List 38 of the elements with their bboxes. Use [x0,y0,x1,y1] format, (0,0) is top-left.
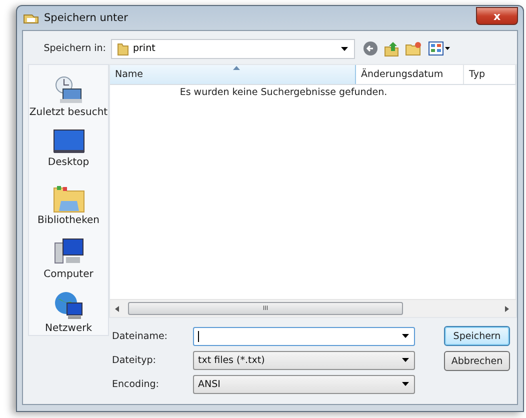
place-label[interactable]: Desktop [48,157,90,168]
window-title: Speichern unter [44,12,129,24]
place-label[interactable]: Computer [44,269,94,280]
field-label: Encoding: [112,378,160,390]
dropdown-arrow-icon [402,334,409,338]
back-icon[interactable] [363,41,378,56]
column-header[interactable]: Änderungsdatum [356,65,464,84]
scroll-right-icon [505,306,510,312]
folder-icon [117,42,129,56]
column-header[interactable]: Typ [464,65,516,84]
empty-message: Es wurden keine Suchergebnisse gefunden. [180,86,388,100]
place-label[interactable]: Netzwerk [44,323,92,334]
up-folder-icon[interactable] [384,40,399,56]
dialog-button[interactable]: Abbrechen [444,351,510,371]
dropdown-arrow-icon [341,46,348,50]
place-label[interactable]: Bibliotheken [38,215,100,226]
view-menu-icon[interactable] [428,41,450,56]
network-computer-icon [54,291,84,321]
folder-icon [23,12,39,24]
library-folder-icon [52,183,84,213]
place-label[interactable]: Zuletzt besucht [29,107,108,118]
dropdown-arrow-icon [402,382,409,386]
location-label: Speichern in: [42,43,106,54]
field-label: Dateiname: [112,330,168,342]
location-dropdown[interactable]: print [111,38,355,58]
scroll-left-icon [115,306,120,312]
column-header[interactable]: Name [110,65,356,84]
dropdown-arrow-icon [402,358,409,362]
new-folder-icon[interactable] [405,41,422,56]
field-label: Dateityp: [112,354,157,366]
combo-field[interactable] [193,326,415,346]
dialog-button[interactable]: Speichern [444,326,510,346]
combo-field[interactable]: ANSI [193,374,415,394]
combo-field[interactable]: txt files (*.txt) [193,350,415,370]
close-button[interactable]: x [476,7,518,25]
desktop-icon [52,129,84,155]
clock-computer-icon [54,75,84,105]
sort-arrow-icon [232,66,240,70]
